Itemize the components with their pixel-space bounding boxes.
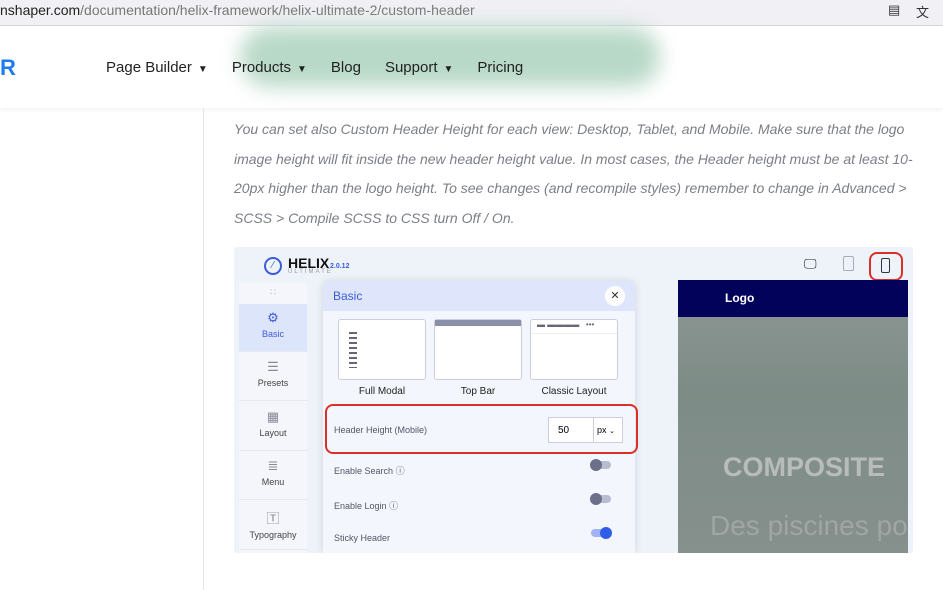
layout-label: Top Bar bbox=[460, 386, 496, 397]
sidebar-item-typography[interactable]: 🅃 Typography bbox=[239, 502, 307, 550]
helix-brand-sub: ULTIMATE bbox=[288, 269, 333, 275]
nav-label: Pricing bbox=[477, 59, 524, 76]
info-icon: ⓘ bbox=[389, 501, 399, 511]
label: Presets bbox=[257, 378, 289, 388]
close-icon[interactable]: ✕ bbox=[605, 286, 625, 306]
layout-label: Classic Layout bbox=[541, 386, 607, 397]
address-bar[interactable]: nshaper.com/documentation/helix-framewor… bbox=[0, 0, 943, 26]
nav-blog[interactable]: Blog bbox=[331, 59, 361, 76]
typography-icon: 🅃 bbox=[266, 511, 280, 526]
nav-label: Products bbox=[231, 59, 292, 76]
chevron-down-icon: ▼ bbox=[443, 64, 454, 75]
reader-mode-icon[interactable]: ▤ bbox=[888, 2, 900, 18]
enable-search-toggle[interactable] bbox=[590, 459, 611, 471]
nav-label: Support bbox=[384, 59, 438, 76]
preview-headline: COMPOSITE bbox=[723, 452, 886, 482]
nav-label: Page Builder bbox=[106, 59, 192, 76]
nav-pricing[interactable]: Pricing bbox=[477, 59, 523, 76]
header-height-label: Header Height (Mobile) bbox=[334, 425, 428, 435]
url-path: /documentation/helix-framework/helix-ult… bbox=[80, 2, 475, 18]
drag-handle-icon[interactable]: ∷ bbox=[239, 283, 307, 298]
mobile-preview: Logo COMPOSITE Des piscines po bbox=[678, 280, 908, 553]
enable-login-row: Enable Login ⓘ bbox=[334, 499, 398, 512]
unit-select[interactable]: px ⌄ bbox=[593, 417, 623, 443]
version: 2.0.12 bbox=[330, 263, 350, 270]
info-icon: ⓘ bbox=[395, 466, 405, 476]
sidebar-item-presets[interactable]: ☰ Presets bbox=[239, 353, 307, 401]
nav-support[interactable]: Support ▼ bbox=[385, 59, 453, 76]
layout-classic[interactable]: ▬ ▬▬▬▬ ••• bbox=[530, 319, 618, 380]
doc-paragraph: You can set also Custom Header Height fo… bbox=[234, 121, 913, 226]
gear-icon: ⚙ bbox=[267, 310, 279, 325]
helix-screenshot: ⁄ HELIX ULTIMATE 2.0.12 🖵 ∷ ⚙ Basic ☰ Pres… bbox=[234, 247, 913, 553]
chevron-down-icon: ▼ bbox=[197, 64, 208, 75]
header-height-input[interactable]: 50 bbox=[548, 417, 594, 443]
sticky-header-label: Sticky Header bbox=[334, 533, 391, 543]
desktop-icon[interactable]: 🖵 bbox=[804, 256, 817, 272]
docs-sidebar bbox=[0, 108, 204, 590]
preview-subline: Des piscines po bbox=[710, 510, 908, 541]
helix-sidebar: ∷ ⚙ Basic ☰ Presets ▦ Layout ≣ Menu 🅃 Typogra… bbox=[239, 283, 307, 553]
mobile-icon[interactable] bbox=[881, 258, 890, 273]
url-host: nshaper.com bbox=[0, 2, 81, 18]
site-header: R Page Builder ▼ Products ▼ Blog Support ▼ … bbox=[0, 27, 943, 108]
sidebar-item-layout[interactable]: ▦ Layout bbox=[239, 403, 307, 451]
nav-page-builder[interactable]: Page Builder ▼ bbox=[106, 59, 208, 76]
label: Typography bbox=[249, 530, 297, 540]
enable-search-row: Enable Search ⓘ bbox=[334, 464, 405, 477]
sticky-header-toggle[interactable] bbox=[591, 527, 612, 539]
unit-value: px bbox=[597, 425, 607, 435]
label: Enable Login bbox=[334, 501, 387, 511]
sliders-icon: ☰ bbox=[267, 359, 279, 374]
label: Layout bbox=[259, 428, 287, 438]
preview-logo: Logo bbox=[678, 280, 908, 317]
label: Basic bbox=[261, 329, 284, 339]
enable-login-toggle[interactable] bbox=[590, 493, 611, 505]
menu-icon: ≣ bbox=[267, 458, 279, 473]
label: Enable Search bbox=[334, 466, 394, 476]
sidebar-item-basic[interactable]: ⚙ Basic bbox=[239, 304, 307, 352]
sidebar-item-menu[interactable]: ≣ Menu bbox=[239, 452, 307, 500]
layout-label: Full Modal bbox=[358, 386, 406, 397]
nav-label: Blog bbox=[330, 59, 361, 76]
site-logo[interactable]: R bbox=[0, 55, 16, 81]
blur-overlay bbox=[240, 27, 660, 87]
tablet-icon[interactable] bbox=[843, 256, 854, 271]
main-menu: Page Builder ▼ Products ▼ Blog Support ▼ Pr… bbox=[106, 59, 523, 76]
chevron-down-icon: ▼ bbox=[297, 64, 307, 75]
basic-panel: Basic ✕ ▬ ▬▬▬▬ ••• Full Modal Top Bar Cl… bbox=[323, 281, 638, 553]
label: Menu bbox=[261, 477, 285, 487]
layout-top-bar[interactable] bbox=[434, 319, 522, 380]
helix-logo-icon: ⁄ bbox=[264, 257, 282, 275]
nav-products[interactable]: Products ▼ bbox=[232, 59, 307, 76]
translate-icon[interactable]: ⽂ bbox=[916, 2, 929, 21]
chevron-down-icon: ⌄ bbox=[609, 428, 615, 435]
layout-full-modal[interactable] bbox=[338, 319, 426, 380]
panel-header: Basic ✕ bbox=[323, 281, 635, 311]
layout-icon: ▦ bbox=[266, 409, 280, 424]
panel-title: Basic bbox=[333, 289, 363, 303]
